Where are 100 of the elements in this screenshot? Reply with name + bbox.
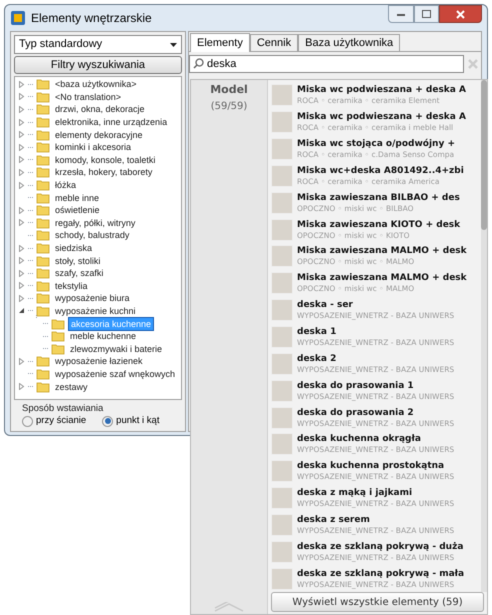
- tree-item[interactable]: łóżka: [53, 179, 78, 192]
- folder-icon: [36, 78, 50, 90]
- search-field[interactable]: deska: [189, 55, 464, 73]
- folder-icon: [51, 318, 65, 330]
- show-all-button[interactable]: Wyświetl wszystkie elementy (59): [271, 592, 484, 612]
- close-button[interactable]: [439, 5, 482, 23]
- expand-toggle[interactable]: [18, 355, 25, 368]
- tree-item[interactable]: meble kuchenne: [68, 330, 138, 342]
- tree-item[interactable]: wyposażenie biura: [53, 292, 132, 304]
- folder-icon: [36, 192, 50, 204]
- tree-item[interactable]: schody, balustrady: [53, 229, 132, 242]
- product-thumbnail: [271, 299, 293, 322]
- scrollbar[interactable]: [481, 80, 487, 592]
- item-name: Miska zawieszana KIOTO + desk: [297, 218, 460, 231]
- item-name: Miska zawieszana MALMO + desk: [297, 272, 467, 284]
- tree-item[interactable]: krzesła, hokery, taborety: [53, 166, 154, 178]
- tree-item[interactable]: wyposażenie kuchni: [53, 304, 138, 317]
- expand-toggle[interactable]: [18, 103, 25, 116]
- tree-item[interactable]: tekstylia: [53, 280, 90, 292]
- product-thumbnail: [271, 460, 293, 482]
- item-name: deska kuchenna prostokątna: [297, 460, 446, 472]
- search-icon: [193, 58, 204, 69]
- expand-toggle[interactable]: [18, 254, 25, 267]
- tree-item[interactable]: komody, konsole, toaletki: [53, 154, 158, 166]
- item-name: Miska wc podwieszana + deska A: [297, 111, 466, 124]
- tree-item[interactable]: elektronika, inne urządzenia: [53, 116, 170, 128]
- item-name: deska do prasowania 1: [297, 380, 415, 392]
- maximize-icon: [422, 10, 431, 18]
- insertion-group-title: Sposób wstawiania: [22, 403, 104, 415]
- folder-icon: [36, 90, 50, 103]
- minimize-button[interactable]: [388, 5, 414, 23]
- item-name: Miska wc+deska A801492..4+zbi: [297, 164, 464, 177]
- result-count: (59/59): [210, 100, 248, 114]
- folder-icon: [36, 242, 50, 254]
- tree-item[interactable]: kominki i akcesoria: [53, 141, 134, 154]
- product-thumbnail: [271, 540, 293, 563]
- product-thumbnail: [271, 84, 293, 106]
- product-thumbnail: [271, 487, 293, 510]
- tree-item[interactable]: wyposażenie szaf wnękowych: [53, 368, 178, 380]
- tree-item[interactable]: oświetlenie: [53, 204, 102, 216]
- scrollbar-thumb[interactable]: [481, 80, 487, 230]
- expand-toggle[interactable]: [18, 292, 25, 305]
- tree-item[interactable]: szafy, szafki: [53, 267, 106, 280]
- dropdown-arrow-icon: [170, 42, 177, 46]
- folder-icon: [36, 154, 50, 166]
- tree-item[interactable]: meble inne: [53, 192, 102, 204]
- product-thumbnail: [271, 433, 293, 456]
- item-name: deska ze szklaną pokrywą - mała: [297, 568, 464, 580]
- tree-item[interactable]: zlewozmywaki i baterie: [68, 342, 164, 355]
- product-thumbnail: [271, 352, 293, 375]
- category-label[interactable]: Model: [210, 82, 248, 98]
- tree-item[interactable]: zestawy: [53, 380, 90, 393]
- item-name: Miska wc podwieszana + deska A: [297, 84, 466, 96]
- folder-icon: [36, 103, 50, 116]
- tab[interactable]: Elementy: [190, 33, 250, 52]
- tree-item[interactable]: stoły, stoliki: [53, 254, 102, 267]
- close-icon: [456, 10, 465, 18]
- radio-button[interactable]: [102, 416, 114, 426]
- tab[interactable]: Cennik: [250, 34, 298, 51]
- folder-icon: [36, 204, 50, 216]
- tree-item[interactable]: elementy dekoracyjne: [53, 128, 145, 141]
- expand-toggle[interactable]: [18, 78, 25, 91]
- expand-toggle[interactable]: [18, 128, 25, 141]
- product-thumbnail: [271, 192, 293, 214]
- folder-icon: [36, 380, 50, 393]
- folder-icon: [51, 330, 65, 342]
- filters-button[interactable]: Filtry wyszukiwania: [14, 56, 182, 74]
- radio-button[interactable]: [22, 416, 33, 426]
- item-name: deska z serem: [297, 514, 371, 526]
- item-name: deska ze szklaną pokrywą - duża: [297, 540, 464, 553]
- maximize-button[interactable]: [414, 5, 439, 23]
- tab[interactable]: Baza użytkownika: [298, 34, 400, 51]
- product-thumbnail: [271, 380, 293, 402]
- tree-item[interactable]: drzwi, okna, dekoracje: [53, 103, 147, 116]
- folder-icon: [36, 116, 50, 128]
- folder-icon: [36, 254, 50, 267]
- tree-item[interactable]: <No translation>: [53, 90, 124, 103]
- item-name: deska 2: [297, 352, 338, 365]
- expand-toggle[interactable]: [18, 166, 25, 179]
- folder-icon: [36, 229, 50, 242]
- tree-item[interactable]: siedziska: [53, 242, 94, 254]
- item-name: deska 1: [297, 326, 338, 338]
- tree-item[interactable]: wyposażenie łazienek: [53, 355, 145, 368]
- item-name: deska z mąką i jajkami: [297, 487, 414, 500]
- item-name: deska kuchenna okrągła: [297, 433, 422, 446]
- type-dropdown[interactable]: Typ standardowy: [14, 35, 182, 54]
- item-name: deska - ser: [297, 299, 354, 312]
- folder-icon: [36, 304, 50, 317]
- tree-item[interactable]: regały, półki, witryny: [53, 216, 138, 229]
- folder-icon: [36, 355, 50, 368]
- expand-toggle[interactable]: [18, 380, 25, 393]
- item-name: Miska zawieszana BILBAO + des: [297, 192, 460, 204]
- folder-icon: [36, 179, 50, 192]
- radio-option[interactable]: przy ścianie: [22, 415, 86, 427]
- folder-icon: [36, 216, 50, 229]
- product-thumbnail: [271, 138, 293, 160]
- tree-item[interactable]: <baza użytkownika>: [53, 78, 139, 90]
- product-thumbnail: [271, 568, 293, 590]
- folder-icon: [36, 166, 50, 178]
- radio-option[interactable]: punkt i kąt: [102, 415, 160, 427]
